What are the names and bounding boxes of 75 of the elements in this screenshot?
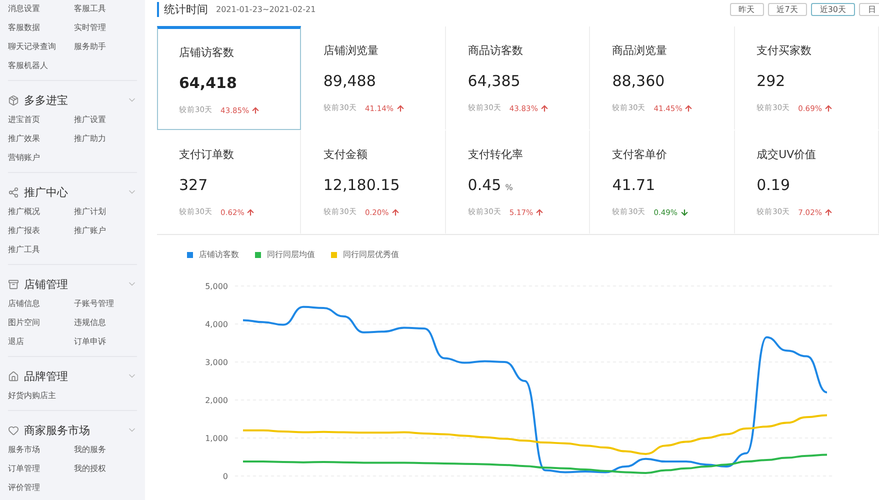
range-button[interactable]: 日: [859, 2, 879, 16]
sidebar-link[interactable]: 退店: [8, 335, 74, 348]
section-title[interactable]: 店铺管理: [24, 276, 122, 292]
axis-tick-label: 2,000: [205, 396, 228, 405]
date-range: 2021-01-23~2021-02-21: [216, 4, 317, 14]
sidebar-link[interactable]: 聊天记录查询: [8, 40, 74, 53]
sidebar-link[interactable]: 客服机器人: [8, 59, 74, 72]
metric-value: 88,360: [612, 72, 665, 90]
metric-label: 支付买家数: [756, 43, 813, 58]
metric-label: 支付客单价: [612, 147, 668, 162]
metric-value: 64,418: [179, 74, 237, 92]
heart-icon: [8, 424, 19, 436]
sidebar-link[interactable]: 店铺信息: [8, 297, 74, 310]
sidebar-link[interactable]: 推广工具: [8, 243, 74, 256]
axis-tick-label: 4,000: [205, 320, 228, 329]
section-title[interactable]: 商家服务市场: [24, 422, 122, 438]
axis-tick-label: 1,000: [205, 434, 228, 443]
sidebar-link[interactable]: 订单管理: [8, 462, 74, 475]
sidebar-link[interactable]: 推广报表: [8, 224, 74, 237]
sidebar-link[interactable]: 推广概况: [8, 205, 74, 218]
section-title[interactable]: 推广中心: [24, 184, 122, 200]
archive-icon: [8, 278, 19, 290]
axis-tick-label: 3,000: [205, 358, 228, 367]
metric-label: 商品浏览量: [612, 43, 668, 58]
metric-value: 0.45: [468, 176, 502, 194]
sidebar-link[interactable]: 违规信息: [74, 316, 140, 329]
sidebar-link[interactable]: 订单申诉: [74, 335, 140, 348]
legend-item[interactable]: 同行同层均值: [255, 249, 315, 260]
sidebar-link[interactable]: 营销账户: [8, 151, 74, 164]
sidebar-link[interactable]: 推广计划: [74, 205, 140, 218]
sidebar-link[interactable]: 评价管理: [8, 481, 74, 494]
range-button[interactable]: 近7天: [768, 2, 807, 16]
sidebar-link[interactable]: 推广助力: [74, 132, 140, 145]
metric-label: 支付转化率: [468, 147, 524, 162]
package-icon: [8, 94, 19, 106]
metric-label: 店铺访客数: [179, 45, 235, 60]
sidebar-link[interactable]: 我的授权: [74, 462, 140, 475]
axis-tick-label: 0: [222, 472, 228, 481]
metric-label: 店铺浏览量: [323, 43, 380, 58]
sidebar-link[interactable]: 好货内购店主: [8, 389, 74, 402]
metric-label: 成交UV价值: [756, 147, 818, 162]
sidebar-link[interactable]: 图片空间: [8, 316, 74, 329]
sidebar-link[interactable]: 推广账户: [74, 224, 140, 237]
sidebar-link[interactable]: 客服工具: [74, 2, 140, 15]
metric-label: 商品访客数: [468, 43, 524, 58]
sidebar-link[interactable]: 我的服务: [74, 443, 140, 456]
legend-item[interactable]: 店铺访客数: [187, 249, 239, 260]
house-icon: [8, 370, 19, 382]
metric-value: 12,180.15: [323, 176, 400, 194]
sidebar-link[interactable]: 推广效果: [8, 132, 74, 145]
range-button[interactable]: 近30天: [810, 2, 855, 16]
metric-value: 0.19: [756, 176, 790, 194]
sidebar-link[interactable]: 服务助手: [74, 40, 140, 53]
sidebar-link[interactable]: 服务市场: [8, 443, 74, 456]
sidebar-link[interactable]: 实时管理: [74, 21, 140, 34]
metric-value: 64,385: [468, 72, 520, 90]
metric-value: 327: [179, 176, 208, 194]
section-title: 统计时间: [157, 2, 208, 16]
legend-item[interactable]: 同行同层优秀值: [331, 249, 399, 260]
sidebar-link[interactable]: 消息设置: [8, 2, 74, 15]
sidebar-link[interactable]: 进宝首页: [8, 113, 74, 126]
range-button[interactable]: 昨天: [730, 2, 764, 16]
metric-value: 89,488: [323, 72, 376, 90]
unit-label: %: [505, 183, 513, 192]
axis-tick-label: 5,000: [205, 282, 228, 291]
section-title[interactable]: 品牌管理: [24, 368, 122, 384]
sidebar-link[interactable]: 子账号管理: [74, 297, 140, 310]
metric-value: 292: [756, 72, 786, 90]
metric-label: 支付订单数: [179, 147, 235, 162]
sidebar-link[interactable]: 推广设置: [74, 113, 140, 126]
sidebar-link[interactable]: 客服数据: [8, 21, 74, 34]
section-title[interactable]: 多多进宝: [24, 92, 122, 108]
metric-label: 支付金额: [323, 147, 368, 162]
metric-value: 41.71: [612, 176, 656, 194]
share-icon: [8, 186, 19, 198]
